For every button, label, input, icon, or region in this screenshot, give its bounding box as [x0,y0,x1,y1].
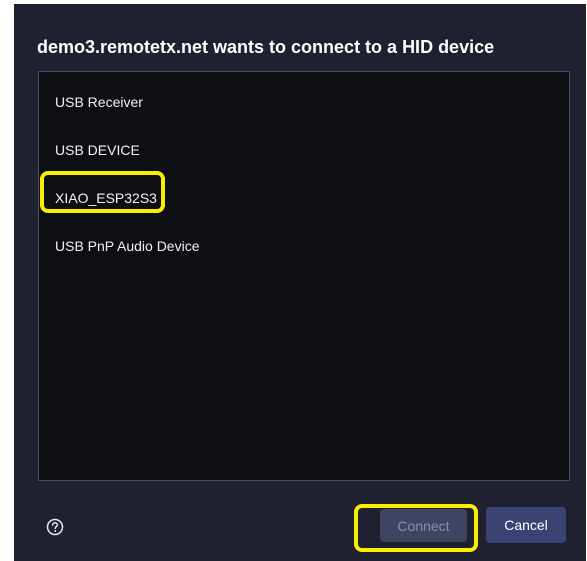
device-highlight-annotation [40,171,165,213]
connect-highlight-annotation [354,504,478,552]
device-list[interactable]: USB Receiver USB DEVICE XIAO_ESP32S3 USB… [38,71,570,481]
device-item-usb-pnp-audio-device[interactable]: USB PnP Audio Device [55,238,200,254]
hid-device-chooser-dialog: demo3.remotetx.net wants to connect to a… [14,4,586,561]
device-item-usb-device[interactable]: USB DEVICE [55,142,140,158]
help-question-icon[interactable] [46,518,64,536]
device-item-usb-receiver[interactable]: USB Receiver [55,94,143,110]
cancel-button[interactable]: Cancel [486,507,566,543]
dialog-title: demo3.remotetx.net wants to connect to a… [37,37,495,57]
